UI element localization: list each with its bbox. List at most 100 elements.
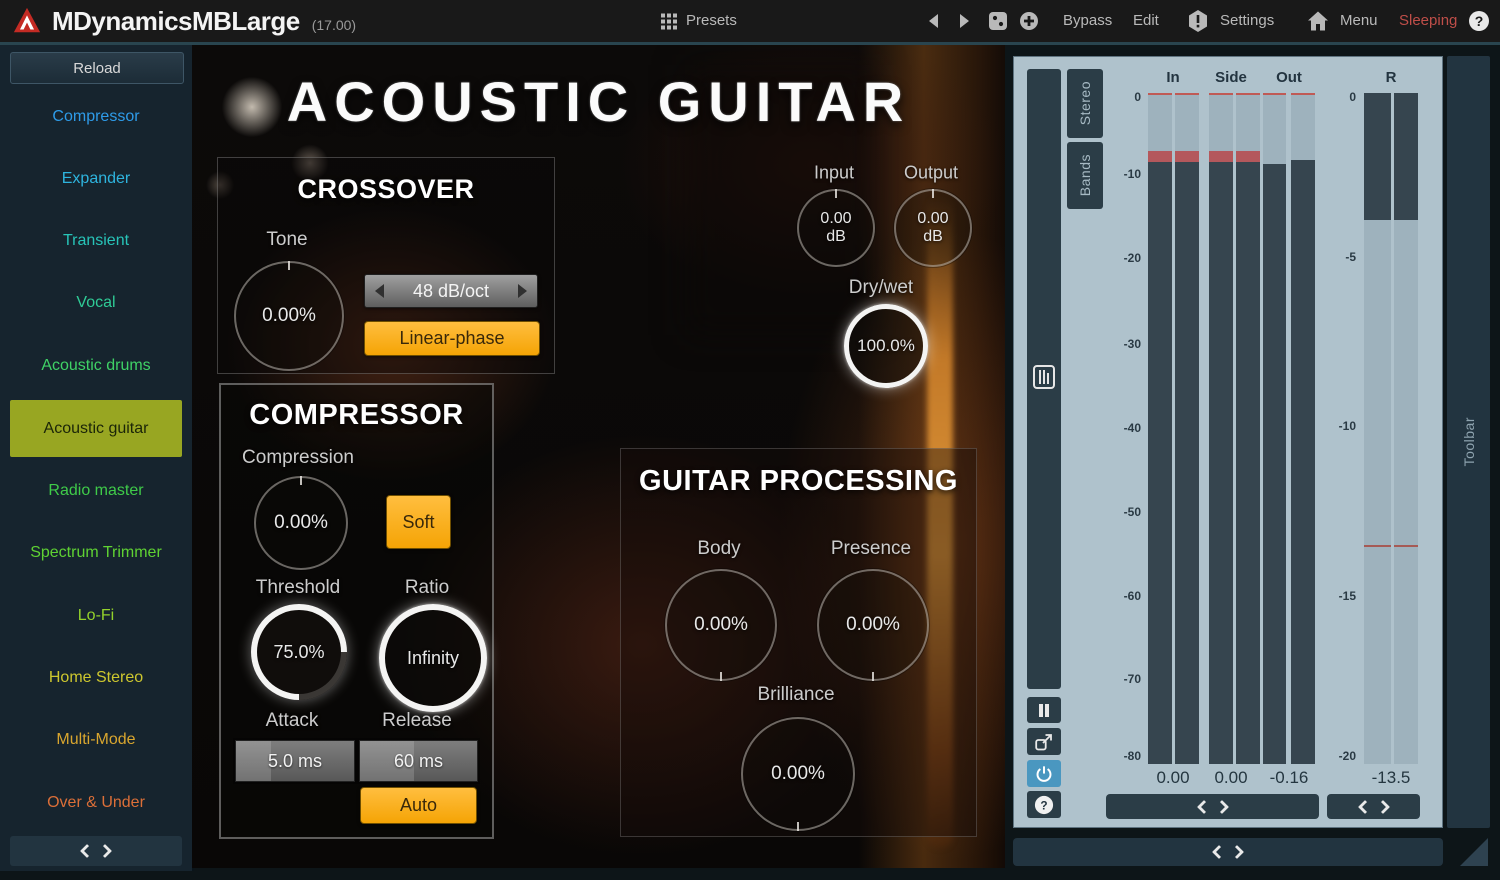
meter-popout-button[interactable] <box>1027 728 1061 755</box>
input-label: Input <box>814 163 854 184</box>
presets-button[interactable]: Presets <box>686 0 737 42</box>
compressor-title: COMPRESSOR <box>221 399 492 432</box>
drywet-knob[interactable]: 100.0% <box>844 304 928 388</box>
chevron-right-icon <box>1214 799 1228 813</box>
sidebar-item-spectrum-trimmer[interactable]: Spectrum Trimmer <box>0 540 192 566</box>
sidebar-item-over-under[interactable]: Over & Under <box>0 790 192 816</box>
meter-help-button[interactable]: ? <box>1027 791 1061 818</box>
release-value: 60 ms <box>394 751 443 772</box>
preset-sidebar: Reload Compressor Expander Transient Voc… <box>0 45 194 871</box>
scale--30: -30 <box>1111 337 1141 351</box>
meter-group-out: Out <box>1276 69 1302 86</box>
side-peak-value: 0.00 <box>1214 768 1247 788</box>
knob-tick <box>797 822 799 831</box>
presets-grid-icon[interactable] <box>660 13 677 30</box>
sidebar-scrollbar[interactable] <box>10 836 182 866</box>
peak-band <box>1175 151 1199 162</box>
toolbar-strip[interactable]: Toolbar <box>1447 56 1490 828</box>
help-button[interactable]: ? <box>1468 10 1490 32</box>
preset-title: ACOUSTIC GUITAR <box>192 69 1005 134</box>
melda-logo[interactable] <box>12 6 42 36</box>
toolbar-label: Toolbar <box>1461 417 1477 466</box>
stereo-tab-label: Stereo <box>1077 81 1093 125</box>
menu-button[interactable]: Menu <box>1340 0 1378 42</box>
meter-pause-button[interactable] <box>1027 697 1061 723</box>
brilliance-knob[interactable]: 0.00% <box>741 717 855 831</box>
stepper-left-icon[interactable] <box>375 284 384 298</box>
output-value: 0.00 <box>917 210 948 228</box>
ratio-label: Ratio <box>405 577 449 599</box>
bypass-button[interactable]: Bypass <box>1063 0 1112 42</box>
stepper-right-icon[interactable] <box>518 284 527 298</box>
plugin-version: (17.00) <box>312 17 356 33</box>
sidebar-item-vocal[interactable]: Vocal <box>0 290 192 316</box>
body-knob[interactable]: 0.00% <box>665 569 777 681</box>
chevron-left-icon <box>1212 845 1226 859</box>
meter-out-left <box>1263 93 1286 764</box>
main-editor-area: ACOUSTIC GUITAR CROSSOVER Tone 0.00% 48 … <box>192 45 1005 868</box>
meter-main-scrollbar[interactable] <box>1106 794 1319 819</box>
sidebar-item-lo-fi[interactable]: Lo-Fi <box>0 603 192 629</box>
tone-knob[interactable]: 0.00% <box>234 261 344 371</box>
chevron-right-icon <box>1375 799 1389 813</box>
meter-panel-bottom-scrollbar[interactable] <box>1013 838 1443 866</box>
chevron-right-icon <box>98 844 112 858</box>
threshold-knob[interactable]: 75.0% <box>251 604 347 700</box>
slider-fill <box>236 741 271 781</box>
r-scale--20: -20 <box>1326 749 1356 763</box>
sidebar-item-expander[interactable]: Expander <box>0 166 192 192</box>
brilliance-label: Brilliance <box>757 684 834 706</box>
release-slider[interactable]: 60 ms <box>359 740 478 782</box>
window-resize-handle[interactable] <box>1460 838 1488 866</box>
chevron-left-icon <box>1357 799 1371 813</box>
add-preset-button[interactable] <box>1019 11 1039 31</box>
prev-preset-button[interactable] <box>926 13 940 29</box>
chevron-right-icon <box>1230 845 1244 859</box>
auto-release-button[interactable]: Auto <box>360 787 477 824</box>
edit-button[interactable]: Edit <box>1133 0 1159 42</box>
settings-button[interactable]: Settings <box>1220 0 1274 42</box>
output-knob[interactable]: 0.00dB <box>894 189 972 267</box>
meter-panel: Stereo Bands In Side Out R 0 -10 -20 -30… <box>1013 56 1443 828</box>
home-button[interactable] <box>1308 12 1328 31</box>
linear-phase-button[interactable]: Linear-phase <box>364 321 540 356</box>
sidebar-item-transient[interactable]: Transient <box>0 228 192 254</box>
meter-vertical-slider[interactable] <box>1027 69 1061 689</box>
meter-r-scrollbar[interactable] <box>1327 794 1420 819</box>
meter-power-button[interactable] <box>1027 760 1061 787</box>
sidebar-item-acoustic-drums[interactable]: Acoustic drums <box>0 353 192 379</box>
presence-knob[interactable]: 0.00% <box>817 569 929 681</box>
attack-slider[interactable]: 5.0 ms <box>235 740 355 782</box>
compression-label: Compression <box>242 447 354 469</box>
meter-fill <box>1209 162 1233 764</box>
input-knob[interactable]: 0.00dB <box>797 189 875 267</box>
meter-bars-icon <box>1033 365 1055 389</box>
svg-text:?: ? <box>1475 13 1484 29</box>
random-preset-button[interactable] <box>988 11 1008 31</box>
sidebar-item-acoustic-guitar-selected[interactable]: Acoustic guitar <box>10 400 182 457</box>
r-peak-value: -13.5 <box>1372 768 1411 788</box>
scale--10: -10 <box>1111 167 1141 181</box>
attack-label: Attack <box>266 710 319 732</box>
tone-value: 0.00% <box>262 305 316 326</box>
next-preset-button[interactable] <box>958 13 972 29</box>
alerts-button[interactable] <box>1188 10 1208 32</box>
reload-button[interactable]: Reload <box>10 52 184 84</box>
peak-line <box>1209 93 1233 95</box>
body-label: Body <box>697 538 740 560</box>
sidebar-item-multi-mode[interactable]: Multi-Mode <box>0 727 192 753</box>
dice-icon <box>988 11 1008 31</box>
melda-logo-icon <box>12 6 42 36</box>
sleeping-status[interactable]: Sleeping <box>1399 0 1457 42</box>
soft-knee-button[interactable]: Soft <box>386 495 451 549</box>
tab-stereo[interactable]: Stereo <box>1067 69 1103 138</box>
tone-label: Tone <box>266 229 307 251</box>
sidebar-item-home-stereo[interactable]: Home Stereo <box>0 665 192 691</box>
sidebar-item-radio-master[interactable]: Radio master <box>0 478 192 504</box>
ratio-knob[interactable]: Infinity <box>379 604 487 712</box>
tab-bands[interactable]: Bands <box>1067 142 1103 209</box>
slope-stepper[interactable]: 48 dB/oct <box>364 274 538 308</box>
compression-knob[interactable]: 0.00% <box>254 476 348 570</box>
scale--60: -60 <box>1111 589 1141 603</box>
sidebar-item-compressor[interactable]: Compressor <box>0 104 192 130</box>
